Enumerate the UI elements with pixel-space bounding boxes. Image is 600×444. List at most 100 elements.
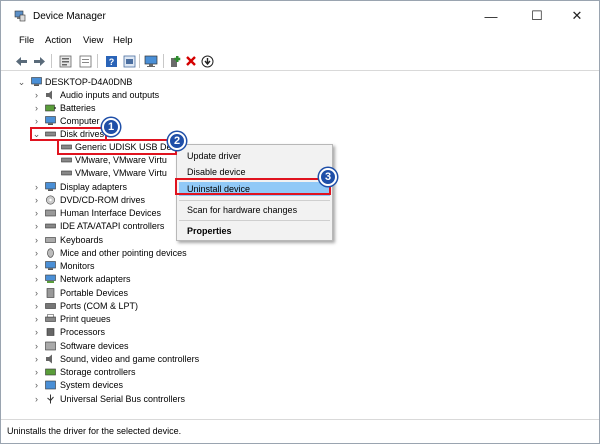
maximize-button[interactable]: ☐ bbox=[515, 1, 559, 31]
expand-chevron-icon[interactable]: › bbox=[32, 341, 41, 352]
expand-chevron-icon[interactable]: › bbox=[32, 195, 41, 206]
ide-controller-icon bbox=[45, 223, 56, 229]
mouse-icon bbox=[47, 248, 54, 258]
tree-node-print-queues[interactable]: › Print queues bbox=[1, 313, 401, 326]
tree-node-label: Processors bbox=[60, 327, 106, 337]
tree-node-processors[interactable]: › Processors bbox=[1, 326, 401, 339]
tree-root[interactable]: ⌄ DESKTOP-D4A0DNB bbox=[1, 76, 401, 89]
add-device-icon[interactable] bbox=[167, 53, 183, 69]
expand-chevron-icon[interactable]: › bbox=[32, 288, 41, 299]
monitor-icon[interactable] bbox=[143, 53, 159, 69]
usb-icon bbox=[47, 394, 54, 404]
forward-arrow-icon[interactable] bbox=[31, 53, 47, 69]
expand-chevron-icon[interactable]: › bbox=[32, 208, 41, 219]
back-arrow-icon[interactable] bbox=[13, 53, 29, 69]
tree-node-label: Software devices bbox=[60, 341, 129, 351]
menu-item-update-driver[interactable]: Update driver bbox=[187, 151, 241, 161]
step-badge-3: 3 bbox=[319, 168, 337, 186]
menu-bar: File Action View Help bbox=[1, 35, 599, 51]
tree-node-label: IDE ATA/ATAPI controllers bbox=[60, 221, 165, 231]
expand-chevron-icon[interactable]: › bbox=[32, 394, 41, 405]
tree-node-portable[interactable]: › Portable Devices bbox=[1, 287, 401, 300]
menu-file[interactable]: File bbox=[19, 35, 34, 46]
toolbar-separator bbox=[97, 54, 98, 68]
tree-node-software[interactable]: › Software devices bbox=[1, 340, 401, 353]
tree-node-storage[interactable]: › Storage controllers bbox=[1, 366, 401, 379]
expand-chevron-icon[interactable]: › bbox=[32, 274, 41, 285]
remove-x-icon[interactable] bbox=[183, 53, 199, 69]
menu-action[interactable]: Action bbox=[45, 35, 71, 46]
tree-node-label: Batteries bbox=[60, 103, 96, 113]
expand-chevron-icon[interactable]: › bbox=[32, 354, 41, 365]
menu-help[interactable]: Help bbox=[113, 35, 133, 46]
menu-item-disable-device[interactable]: Disable device bbox=[187, 167, 246, 177]
toolbar-separator bbox=[51, 54, 52, 68]
tree-node-label: DVD/CD-ROM drives bbox=[60, 195, 146, 205]
expand-chevron-icon[interactable]: › bbox=[32, 380, 41, 391]
dvd-drive-icon bbox=[46, 195, 55, 205]
expand-chevron-icon[interactable]: › bbox=[32, 314, 41, 325]
context-menu-separator bbox=[179, 220, 330, 221]
toolbar: ? bbox=[1, 51, 599, 71]
tree-node-system[interactable]: › System devices bbox=[1, 379, 401, 392]
device-properties-icon[interactable] bbox=[121, 53, 137, 69]
toolbar-separator bbox=[163, 54, 164, 68]
tree-node-sound[interactable]: › Sound, video and game controllers bbox=[1, 353, 401, 366]
expand-chevron-icon[interactable]: › bbox=[32, 248, 41, 259]
expand-chevron-icon[interactable]: › bbox=[32, 221, 41, 232]
storage-controller-icon bbox=[45, 368, 56, 376]
tree-node-label: Display adapters bbox=[60, 182, 128, 192]
disk-drive-icon bbox=[61, 170, 72, 176]
collapse-chevron-icon[interactable]: ⌄ bbox=[17, 77, 26, 88]
ports-icon bbox=[45, 303, 56, 309]
portable-device-icon bbox=[46, 288, 55, 298]
download-icon[interactable] bbox=[199, 53, 215, 69]
tree-node-label: Portable Devices bbox=[60, 288, 129, 298]
tree-node-label: Monitors bbox=[60, 261, 95, 271]
tree-node-ports[interactable]: › Ports (COM & LPT) bbox=[1, 300, 401, 313]
tree-node-label: Network adapters bbox=[60, 274, 131, 284]
tree-node-usb[interactable]: › Universal Serial Bus controllers bbox=[1, 393, 401, 406]
tree-child-label: VMware, VMware Virtu bbox=[75, 155, 167, 165]
expand-chevron-icon[interactable]: › bbox=[32, 261, 41, 272]
tree-root-label: DESKTOP-D4A0DNB bbox=[45, 77, 133, 87]
expand-chevron-icon[interactable]: › bbox=[32, 103, 41, 114]
step-badge-1: 1 bbox=[102, 118, 120, 136]
menu-item-properties[interactable]: Properties bbox=[187, 226, 232, 236]
tree-node-batteries[interactable]: › Batteries bbox=[1, 102, 401, 115]
expand-chevron-icon[interactable]: › bbox=[32, 301, 41, 312]
expand-chevron-icon[interactable]: › bbox=[32, 367, 41, 378]
help-icon[interactable]: ? bbox=[103, 53, 119, 69]
list-icon[interactable] bbox=[77, 53, 93, 69]
expand-chevron-icon[interactable]: › bbox=[32, 116, 41, 127]
expand-chevron-icon[interactable]: › bbox=[32, 182, 41, 193]
hid-icon bbox=[45, 209, 56, 217]
expand-chevron-icon[interactable]: › bbox=[32, 327, 41, 338]
keyboard-icon bbox=[45, 237, 56, 243]
title-bar: Device Manager — ☐ ✕ bbox=[1, 1, 599, 31]
network-adapter-icon bbox=[45, 274, 56, 283]
tree-node-monitors[interactable]: › Monitors bbox=[1, 260, 401, 273]
tree-node-label: Print queues bbox=[60, 314, 111, 324]
device-tree: ⌄ DESKTOP-D4A0DNB › Audio inputs and out… bbox=[1, 72, 599, 412]
annotation-box-uninstall bbox=[175, 178, 331, 195]
expand-chevron-icon[interactable]: › bbox=[32, 235, 41, 246]
properties-icon[interactable] bbox=[57, 53, 73, 69]
speaker-icon bbox=[46, 90, 52, 100]
tree-node-audio[interactable]: › Audio inputs and outputs bbox=[1, 89, 401, 102]
tree-node-mice[interactable]: › Mice and other pointing devices bbox=[1, 247, 401, 260]
svg-text:?: ? bbox=[108, 57, 114, 67]
close-button[interactable]: ✕ bbox=[555, 1, 599, 31]
tree-node-label: Universal Serial Bus controllers bbox=[60, 394, 186, 404]
device-manager-icon bbox=[14, 10, 26, 22]
context-menu-separator bbox=[179, 200, 330, 201]
minimize-button[interactable]: — bbox=[469, 1, 513, 31]
expand-chevron-icon[interactable]: › bbox=[32, 90, 41, 101]
software-device-icon bbox=[45, 341, 56, 351]
disk-drive-icon bbox=[61, 157, 72, 163]
menu-item-scan-hardware[interactable]: Scan for hardware changes bbox=[187, 205, 297, 215]
tree-node-label: System devices bbox=[60, 380, 124, 390]
menu-view[interactable]: View bbox=[83, 35, 103, 46]
tree-node-network[interactable]: › Network adapters bbox=[1, 273, 401, 286]
annotation-box-generic-udisk bbox=[57, 139, 177, 155]
